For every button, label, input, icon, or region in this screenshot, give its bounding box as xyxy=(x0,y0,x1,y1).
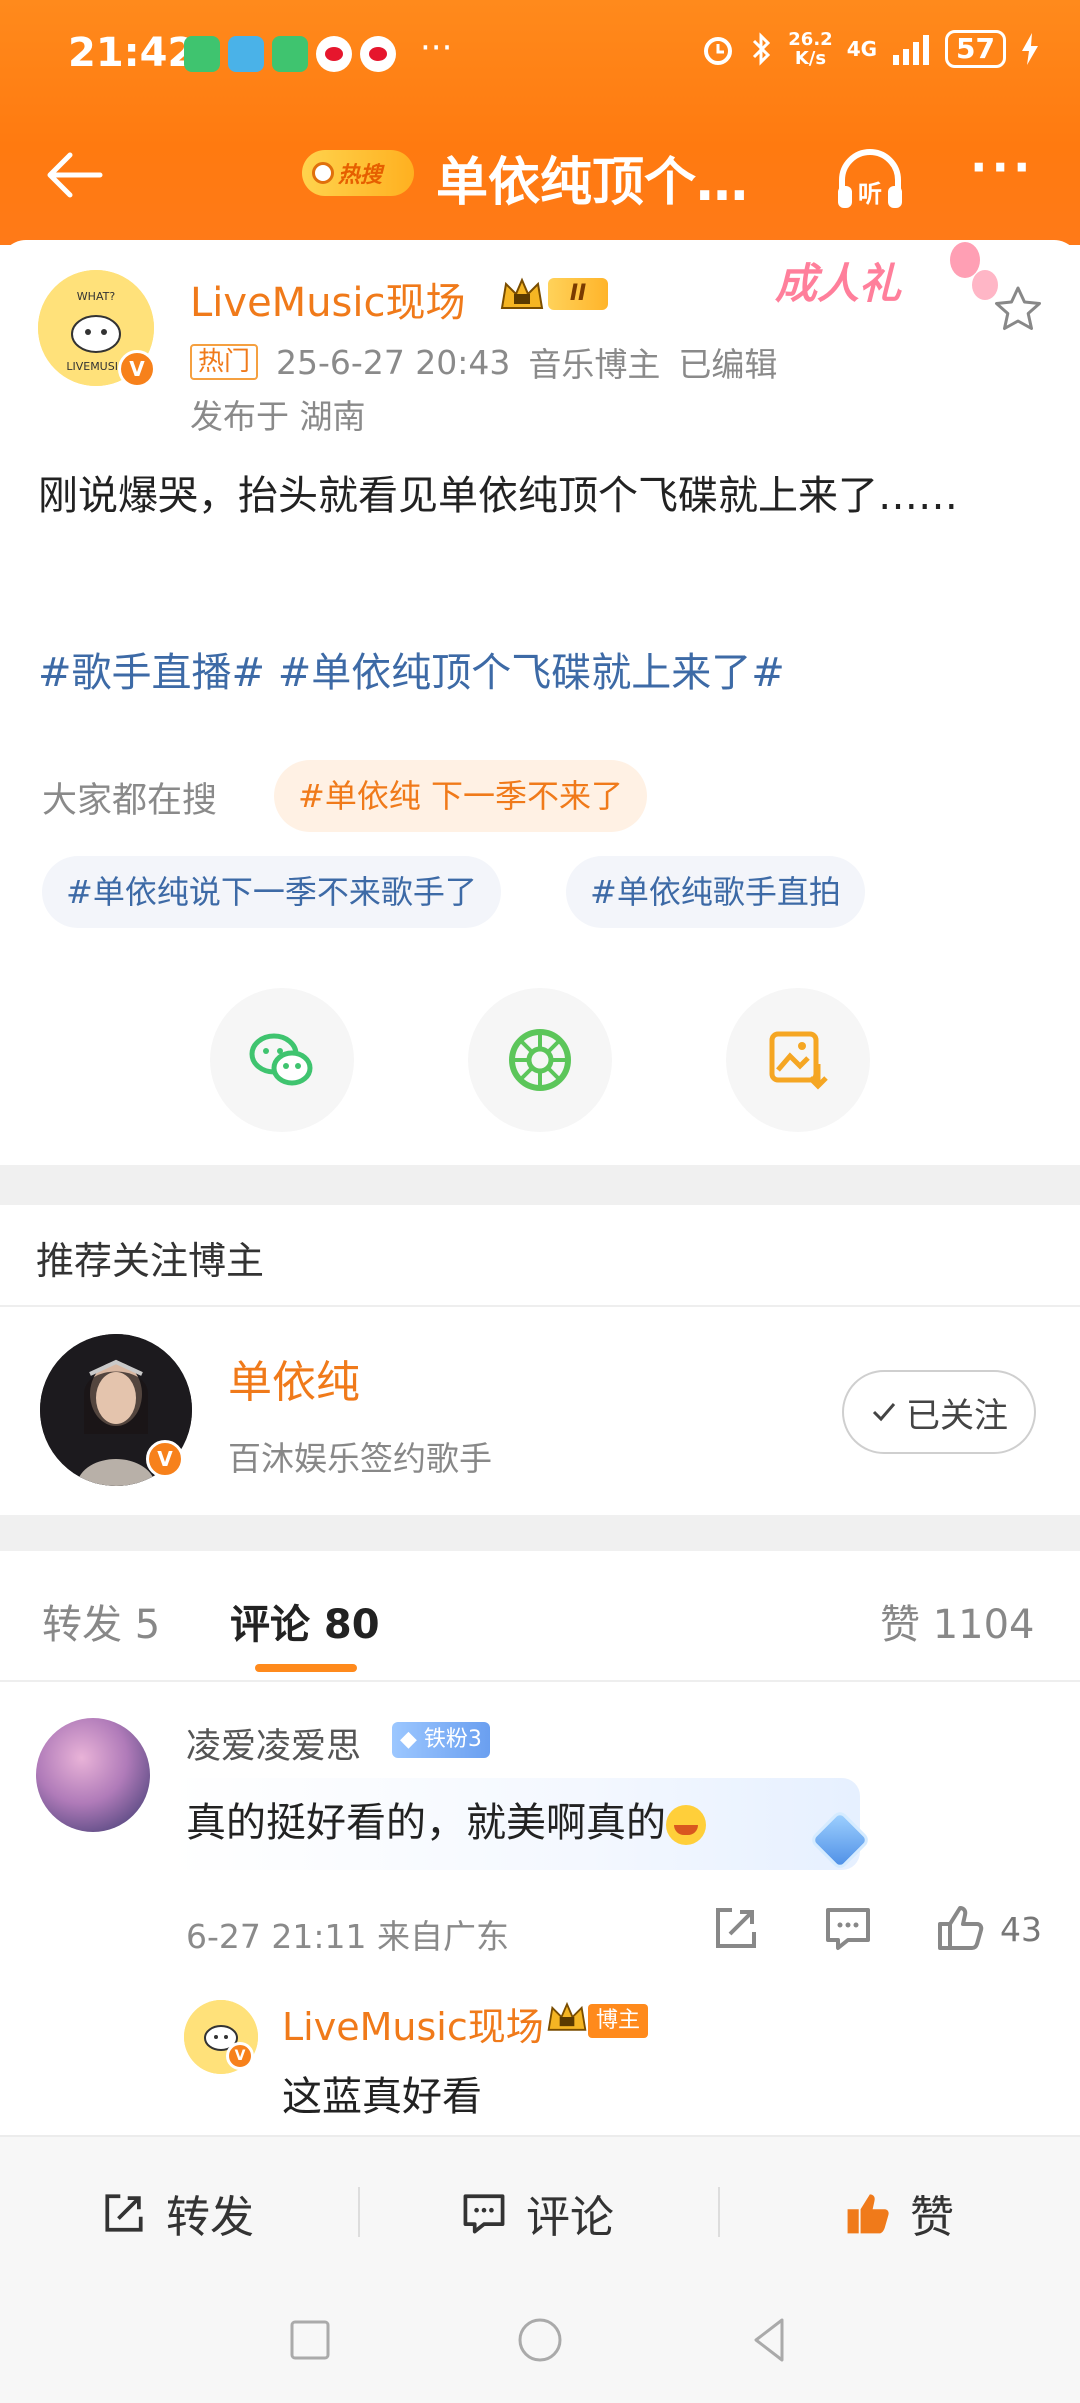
app-header: 21:42 ··· 26.2 K/s 4G 57 热搜 单依纯顶个… 听 ··· xyxy=(0,0,1080,245)
followed-button[interactable]: 已关注 xyxy=(842,1370,1036,1454)
sports-app-icon xyxy=(228,36,264,72)
post-topics[interactable]: #歌手直播# #单依纯顶个飞碟就上来了# xyxy=(38,640,785,698)
verified-badge: V xyxy=(118,350,156,388)
reply-author-name[interactable]: LiveMusic现场 xyxy=(282,1996,544,2051)
headphones-icon: 听 xyxy=(838,149,902,208)
back-triangle-icon[interactable] xyxy=(740,2310,800,2370)
back-arrow-icon[interactable] xyxy=(40,140,110,210)
listen-button[interactable]: 听 xyxy=(830,140,910,220)
search-chip[interactable]: #单依纯 下一季不来了 xyxy=(274,760,647,832)
favorite-star-icon[interactable] xyxy=(990,282,1046,338)
search-icon xyxy=(312,162,334,184)
charging-icon xyxy=(1022,33,1038,65)
divider xyxy=(358,2187,360,2237)
weibo-icon xyxy=(316,36,352,72)
commenter-name[interactable]: 凌爱凌爱思 xyxy=(186,1718,361,1769)
hot-search-tag[interactable]: 热搜 xyxy=(302,150,414,196)
vip-level-tag: II xyxy=(548,278,608,310)
moments-icon xyxy=(509,1029,571,1091)
repost-icon xyxy=(105,2194,143,2232)
system-nav-bar xyxy=(0,2285,1080,2403)
edited-label: 已编辑 xyxy=(678,345,778,384)
signal-icon xyxy=(893,35,930,65)
bottom-action-bar: 转发 评论 赞 xyxy=(0,2135,1080,2285)
sports-app-icon xyxy=(184,36,220,72)
reply-text: 这蓝真好看 xyxy=(282,2074,482,2120)
crown-icon xyxy=(500,277,544,309)
status-time: 21:42 xyxy=(68,30,196,76)
post-location: 发布于 湖南 xyxy=(190,397,366,436)
section-gap xyxy=(0,1515,1080,1551)
hot-tag: 热门 xyxy=(190,344,259,380)
crown-icon xyxy=(547,2001,587,2031)
status-indicators: 26.2 K/s 4G 57 xyxy=(700,30,1040,68)
post-text: 刚说爆哭，抬头就看见单依纯顶个飞碟就上来了…… xyxy=(38,473,958,519)
more-menu-button[interactable]: ··· xyxy=(970,140,1050,210)
recent-apps-icon[interactable] xyxy=(280,2310,340,2370)
repost-icon[interactable] xyxy=(708,1900,764,1956)
alarm-icon xyxy=(704,37,733,65)
sports-app-icon xyxy=(272,36,308,72)
share-moments-button[interactable] xyxy=(468,988,612,1132)
host-tag: 博主 xyxy=(588,2004,649,2038)
like-button[interactable]: 赞 xyxy=(842,2181,954,2245)
page-title: 单依纯顶个… xyxy=(436,153,749,213)
repost-button[interactable]: 转发 xyxy=(98,2181,254,2245)
divider xyxy=(0,1305,1080,1307)
net-speed: 26.2 K/s xyxy=(788,29,833,69)
post-card: WHAT? LIVEMUSIC V LiveMusic现场 II 成人礼 热门 … xyxy=(0,240,1080,1165)
balloon-icon xyxy=(950,242,980,278)
divider xyxy=(0,1680,1080,1682)
like-icon[interactable] xyxy=(932,1900,988,1956)
post-time: 25-6-27 20:43 xyxy=(276,342,511,382)
check-icon xyxy=(872,1403,896,1422)
search-chip[interactable]: #单依纯说下一季不来歌手了 xyxy=(42,856,501,928)
comment-button[interactable]: 评论 xyxy=(458,2181,614,2245)
tab-likes[interactable]: 赞 1104 xyxy=(880,1592,1035,1650)
commenter-avatar[interactable] xyxy=(36,1718,150,1832)
post-meta: 热门 25-6-27 20:43 音乐博主 已编辑 xyxy=(190,338,777,386)
tab-indicator xyxy=(255,1664,357,1672)
svg-text:LIVEMUSIC: LIVEMUSIC xyxy=(66,360,126,373)
image-download-icon xyxy=(769,1031,828,1090)
comment-icon[interactable] xyxy=(820,1900,876,1956)
search-chip[interactable]: #单依纯歌手直拍 xyxy=(566,856,865,928)
gift-tag: 成人礼 xyxy=(775,259,902,308)
author-name[interactable]: LiveMusic现场 xyxy=(190,270,466,328)
comment-meta: 6-27 21:11 来自广东 xyxy=(186,1917,509,1956)
section-gap xyxy=(0,1165,1080,1205)
fan-level-badge: ◆ 铁粉3 xyxy=(392,1722,490,1758)
weibo-icon xyxy=(360,36,396,72)
comment-icon xyxy=(463,2194,505,2234)
status-bar: 21:42 ··· 26.2 K/s 4G 57 xyxy=(0,0,1080,110)
svg-text:WHAT?: WHAT? xyxy=(77,290,116,303)
recommend-name[interactable]: 单依纯 xyxy=(228,1346,360,1410)
home-icon[interactable] xyxy=(510,2310,570,2370)
save-image-button[interactable] xyxy=(726,988,870,1132)
notification-icons xyxy=(184,36,396,72)
tab-comment[interactable]: 评论 80 xyxy=(230,1592,380,1650)
bluetooth-icon xyxy=(753,32,771,66)
verified-badge: V xyxy=(146,1440,184,1478)
comment-text: 真的挺好看的，就美啊真的 xyxy=(186,1790,706,1848)
recommend-desc: 百沐娱乐签约歌手 xyxy=(228,1439,492,1478)
battery-level: 57 xyxy=(945,30,1006,68)
divider xyxy=(718,2187,720,2237)
trending-search-label: 大家都在搜 xyxy=(42,781,218,821)
recommend-title: 推荐关注博主 xyxy=(36,1239,265,1283)
listen-label: 听 xyxy=(858,180,882,208)
like-filled-icon xyxy=(847,2194,889,2234)
author-role: 音乐博主 xyxy=(528,345,661,384)
status-more: ··· xyxy=(420,28,453,68)
wechat-icon xyxy=(249,1033,313,1086)
laugh-cry-emoji-icon xyxy=(666,1805,706,1845)
like-count: 43 xyxy=(1000,1910,1042,1949)
tab-repost[interactable]: 转发 5 xyxy=(42,1592,160,1650)
network-type: 4G xyxy=(846,37,878,61)
share-wechat-button[interactable] xyxy=(210,988,354,1132)
verified-badge: V xyxy=(226,2042,254,2070)
